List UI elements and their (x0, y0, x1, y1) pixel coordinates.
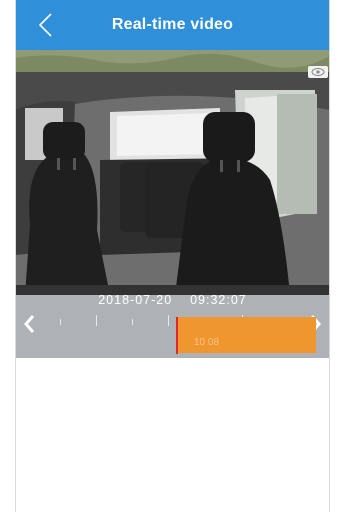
segment-label: 10 08 (194, 337, 220, 348)
video-player[interactable] (15, 50, 330, 295)
app-header: Real-time video (15, 0, 330, 50)
back-button[interactable] (31, 10, 59, 40)
timeline-tick (96, 315, 97, 326)
timeline-date: 2018-07-20 (98, 293, 173, 307)
content-area (15, 358, 330, 512)
chevron-left-icon (24, 315, 35, 333)
timeline-tick (168, 315, 169, 326)
chevron-left-icon (38, 13, 52, 37)
timeline-time: 09:32:07 (190, 293, 247, 307)
timeline-tick (60, 319, 61, 325)
video-frame (15, 50, 330, 295)
playback-timeline[interactable]: 2018-07-20 09:32:07 10 08 (15, 293, 330, 358)
playhead-marker[interactable] (176, 317, 178, 354)
timeline-tick (132, 319, 133, 325)
timeline-datetime: 2018-07-20 09:32:07 (15, 293, 330, 307)
right-frame (329, 0, 345, 512)
left-frame (0, 0, 16, 512)
recording-segment[interactable]: 10 08 (177, 317, 316, 353)
page-title: Real-time video (111, 16, 234, 33)
previous-button[interactable] (18, 314, 40, 338)
